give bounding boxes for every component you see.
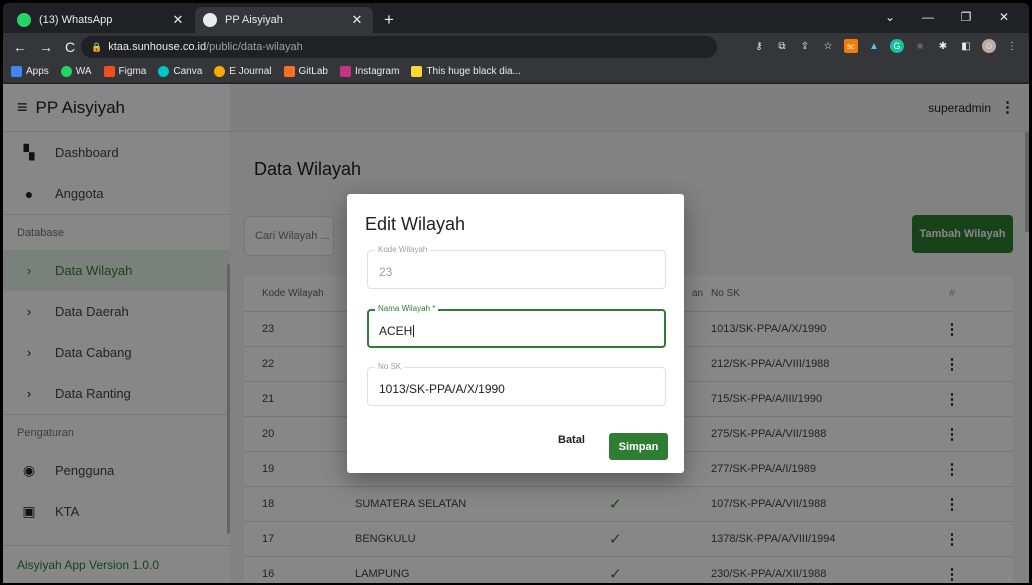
new-tab-button[interactable]: + bbox=[379, 10, 399, 30]
dialog-title: Edit Wilayah bbox=[365, 214, 466, 234]
gitlab-icon bbox=[283, 66, 295, 77]
tab-title: (13) WhatsApp bbox=[39, 14, 113, 26]
bookmark-instagram[interactable]: Instagram bbox=[339, 66, 399, 77]
edit-wilayah-dialog: Edit Wilayah Kode Wilayah 23 Nama Wilaya… bbox=[347, 194, 684, 473]
browser-window: (13) WhatsApp ✕ PP Aisyiyah ✕ + ⌄ — ❐ ✕ … bbox=[3, 3, 1029, 583]
extension-sc-icon[interactable]: sc bbox=[844, 39, 858, 53]
bookmark-folder-icon bbox=[411, 66, 423, 77]
web-page: ≡ PP Aisyiyah ▚ Dashboard ● Anggota Data… bbox=[3, 84, 1029, 583]
minimize-icon[interactable]: — bbox=[909, 7, 947, 27]
globe-icon bbox=[203, 13, 217, 27]
tab-search-icon[interactable]: ⌄ bbox=[871, 7, 909, 27]
lock-icon: 🔒 bbox=[91, 41, 103, 52]
restore-icon[interactable]: ❐ bbox=[947, 7, 985, 27]
close-tab-icon[interactable]: ✕ bbox=[349, 12, 365, 28]
address-bar[interactable]: 🔒 ktaa.sunhouse.co.id/public/data-wilaya… bbox=[81, 36, 717, 58]
bookmark-apps[interactable]: Apps bbox=[11, 66, 49, 77]
extension-hat-icon[interactable]: ▲ bbox=[867, 39, 881, 53]
bookmark-canva[interactable]: Canva bbox=[158, 66, 202, 77]
kebab-menu-icon[interactable]: ⋮ bbox=[1005, 39, 1019, 53]
window-controls: ⌄ — ❐ ✕ bbox=[871, 7, 1023, 27]
field-value[interactable]: 1013/SK-PPA/A/X/1990 bbox=[379, 382, 505, 396]
key-icon[interactable]: ⚷ bbox=[752, 39, 766, 53]
nama-wilayah-field[interactable]: Nama Wilayah * ACEH bbox=[367, 304, 666, 348]
translate-icon[interactable]: ⧉ bbox=[775, 39, 789, 53]
share-icon[interactable]: ⇪ bbox=[798, 39, 812, 53]
close-window-icon[interactable]: ✕ bbox=[985, 7, 1023, 27]
profile-avatar[interactable]: ☺ bbox=[982, 39, 996, 53]
sidepanel-icon[interactable]: ◧ bbox=[959, 39, 973, 53]
close-tab-icon[interactable]: ✕ bbox=[170, 12, 186, 28]
tab-title: PP Aisyiyah bbox=[225, 14, 283, 26]
instagram-icon bbox=[339, 66, 351, 77]
browser-toolbar: ← → C 🔒 ktaa.sunhouse.co.id/public/data-… bbox=[3, 33, 1029, 61]
bookmarks-bar: Apps WA Figma Canva E Journal GitLab Ins… bbox=[3, 61, 1029, 83]
url-path: /public/data-wilayah bbox=[206, 41, 303, 53]
tab-strip: (13) WhatsApp ✕ PP Aisyiyah ✕ + ⌄ — ❐ ✕ bbox=[3, 3, 1029, 33]
figma-icon bbox=[103, 66, 115, 77]
extension-box-icon[interactable]: ■ bbox=[913, 39, 927, 53]
ejournal-icon bbox=[214, 66, 226, 77]
field-value: 23 bbox=[379, 265, 393, 279]
puzzle-icon[interactable]: ✱ bbox=[936, 39, 950, 53]
field-label: No SK bbox=[375, 362, 405, 371]
field-value[interactable]: ACEH bbox=[379, 324, 415, 338]
bookmark-figma[interactable]: Figma bbox=[103, 66, 146, 77]
bookmark-gitlab[interactable]: GitLab bbox=[283, 66, 328, 77]
forward-icon[interactable]: → bbox=[39, 39, 53, 55]
tab-whatsapp[interactable]: (13) WhatsApp ✕ bbox=[9, 7, 194, 33]
apps-grid-icon bbox=[11, 66, 22, 77]
field-label: Nama Wilayah * bbox=[375, 304, 439, 313]
bookmark-ejournal[interactable]: E Journal bbox=[214, 66, 272, 77]
whatsapp-icon bbox=[17, 13, 31, 27]
url-host: ktaa.sunhouse.co.id bbox=[108, 41, 207, 53]
no-sk-field[interactable]: No SK 1013/SK-PPA/A/X/1990 bbox=[367, 362, 666, 406]
grammarly-icon[interactable]: G bbox=[890, 39, 904, 53]
field-label: Kode Wilayah bbox=[375, 245, 431, 254]
kode-wilayah-field: Kode Wilayah 23 bbox=[367, 245, 666, 289]
bookmark-black-diamond[interactable]: This huge black dia... bbox=[411, 66, 521, 77]
whatsapp-icon bbox=[60, 66, 72, 77]
reload-icon[interactable]: C bbox=[65, 39, 75, 55]
text-caret bbox=[413, 325, 415, 337]
cancel-button[interactable]: Batal bbox=[558, 434, 585, 446]
tab-pp-aisyiyah[interactable]: PP Aisyiyah ✕ bbox=[195, 7, 373, 33]
back-icon[interactable]: ← bbox=[13, 39, 27, 55]
nav-buttons: ← → C bbox=[13, 39, 75, 55]
canva-icon bbox=[158, 66, 170, 77]
extensions-area: ⚷ ⧉ ⇪ ☆ sc ▲ G ■ ✱ ◧ ☺ ⋮ bbox=[752, 39, 1019, 53]
star-icon[interactable]: ☆ bbox=[821, 39, 835, 53]
bookmark-wa[interactable]: WA bbox=[60, 66, 92, 77]
save-button[interactable]: Simpan bbox=[609, 433, 668, 460]
